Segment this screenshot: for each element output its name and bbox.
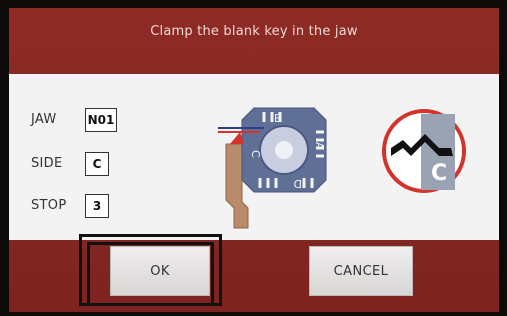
jaw-letter-d: D xyxy=(294,177,302,190)
side-value[interactable]: C xyxy=(85,152,109,176)
jaw-letter-a: A xyxy=(313,142,326,150)
instruction-title: Clamp the blank key in the jaw xyxy=(150,24,358,39)
jaw-label: JAW xyxy=(31,112,57,127)
ok-button[interactable]: OK xyxy=(110,246,210,296)
stop-value[interactable]: 3 xyxy=(85,194,109,218)
settings-panel: JAW N01 SIDE C STOP 3 B A C D C xyxy=(9,74,499,240)
cut-type-circle: C xyxy=(382,109,466,193)
side-label: SIDE xyxy=(31,156,63,171)
jaw-letter-c: C xyxy=(249,150,262,158)
jaw-letter-b: B xyxy=(274,112,282,125)
stop-label: STOP xyxy=(31,198,67,213)
jaw-diagram: B A C D xyxy=(218,107,327,229)
cut-type-letter: C xyxy=(431,161,447,186)
cancel-button[interactable]: CANCEL xyxy=(309,246,413,296)
jaw-value[interactable]: N01 xyxy=(85,108,117,132)
